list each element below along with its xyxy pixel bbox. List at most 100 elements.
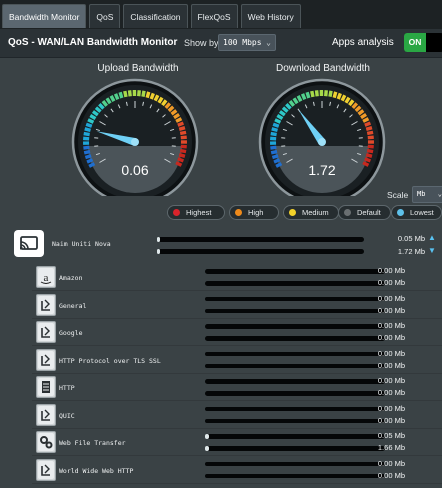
app-row[interactable]: Web File Transfer 0.05 Mb 1.66 Mb (0, 429, 442, 456)
upload-gauge-value: 0.06 (121, 162, 149, 178)
apps-analysis-label: Apps analysis (332, 37, 394, 48)
upload-gauge-arc-segment (149, 92, 155, 100)
tab-web-history[interactable]: Web History (240, 4, 301, 28)
device-download-bar (157, 249, 364, 254)
app-row[interactable]: HTTP 0.00 Mb 0.00 Mb (0, 374, 442, 401)
upload-gauge-arc-segment (86, 158, 94, 164)
download-gauge-arc-segment (300, 93, 307, 101)
app-row[interactable]: General 0.00 Mb 0.00 Mb (0, 292, 442, 319)
upload-gauge-arc-segment (98, 103, 105, 110)
apps-analysis-toggle[interactable]: ON (404, 33, 442, 52)
download-gauge-arc-segment (288, 99, 296, 107)
download-gauge-arc-segment (278, 110, 286, 117)
upload-gauge-arc-segment (178, 126, 186, 131)
scale-label: Scale (387, 190, 409, 200)
chevron-down-icon: ⌄ (266, 38, 271, 47)
legend-dot-high (235, 209, 242, 216)
upload-gauge-arc-segment (91, 110, 99, 117)
tab-qos[interactable]: QoS (89, 4, 121, 28)
upload-gauge-arc-segment (109, 95, 116, 102)
upload-gauge-arc-segment (173, 113, 180, 120)
app-upload-fill (205, 434, 209, 439)
upload-gauge-title: Upload Bandwidth (97, 63, 179, 74)
app-download-value: 1.66 Mb (377, 443, 405, 452)
download-gauge-arc-segment (275, 162, 283, 168)
download-gauge-arc-segment (336, 92, 342, 100)
legend-label: Highest (186, 208, 212, 217)
download-gauge-title: Download Bandwidth (276, 63, 370, 74)
app-generic-icon (36, 458, 56, 481)
app-row[interactable]: QUIC 0.00 Mb 0.00 Mb (0, 402, 442, 429)
upload-gauge-arc-segment (89, 114, 97, 121)
upload-gauge-arc-segment (177, 121, 185, 127)
app-row[interactable]: HTTP Protocol over TLS SSL 0.00 Mb 0.00 … (0, 347, 442, 374)
app-name: General (59, 301, 87, 310)
app-row[interactable]: a Amazon 0.00 Mb 0.00 Mb (0, 264, 442, 291)
download-gauge-arc-segment (364, 157, 372, 163)
download-gauge-arc-segment (360, 113, 367, 120)
download-gauge-arc-segment (296, 95, 303, 102)
device-upload-value: 0.05 Mb (397, 234, 425, 243)
legend-dot-default (344, 209, 351, 216)
legend-label: High (248, 208, 264, 217)
app-row[interactable]: Google 0.00 Mb 0.00 Mb (0, 319, 442, 346)
amazon-icon: a (36, 266, 56, 288)
app-generic-icon (36, 348, 56, 371)
upload-gauge-arc-segment (175, 161, 183, 167)
chevron-down-icon: ⌄ (437, 190, 442, 198)
upload-gauge-arc-segment (179, 148, 187, 154)
upload-gauge (71, 78, 199, 196)
show-by-select[interactable]: 100 Mbps ⌄ (218, 34, 276, 51)
scale-select[interactable]: Mb ⌄ (412, 186, 442, 203)
device-download-fill (157, 249, 160, 254)
upload-gauge-arc-segment (161, 99, 168, 107)
legend-dot-medium (289, 209, 296, 216)
page-header: QoS - WAN/LAN Bandwidth Monitor Show by … (0, 29, 442, 58)
document-icon (36, 376, 56, 398)
app-upload-value: 0.00 Mb (377, 321, 405, 330)
tab-classification[interactable]: Classification (123, 4, 188, 28)
download-gauge (258, 78, 386, 196)
download-arrow-icon: ▼ (428, 246, 436, 255)
tab-flexqos[interactable]: FlexQoS (190, 4, 238, 28)
legend-label: Lowest (410, 208, 434, 217)
upload-gauge-arc-segment (177, 157, 185, 163)
download-gauge-arc-segment (270, 131, 277, 137)
app-name: QUIC (59, 411, 75, 420)
download-gauge-arc-segment (272, 122, 280, 128)
app-download-value: 0.00 Mb (377, 305, 405, 315)
upload-gauge-arc-segment (84, 127, 91, 133)
upload-gauge-arc-segment (84, 154, 92, 160)
svg-text:a: a (44, 272, 49, 284)
app-name: Web File Transfer (59, 439, 126, 447)
download-gauge-arc-segment (348, 99, 355, 107)
download-gauge-arc-segment (365, 126, 373, 131)
download-gauge-arc-segment (328, 90, 333, 98)
legend-label: Default (357, 208, 381, 217)
app-row[interactable]: World Wide Web HTTP 0.00 Mb 0.00 Mb (0, 457, 442, 484)
download-gauge-arc-segment (305, 91, 311, 99)
device-name: Naim Uniti Nova (52, 240, 111, 248)
upload-gauge-arc-segment (94, 106, 102, 113)
tab-bandwidth-monitor[interactable]: Bandwidth Monitor (2, 4, 87, 28)
download-gauge-arc-segment (273, 158, 281, 164)
app-download-value: 0.00 Mb (377, 388, 405, 397)
legend-medium: Medium (283, 205, 339, 220)
app-upload-value: 0.00 Mb (377, 403, 405, 413)
download-gauge-arc-segment (340, 94, 347, 102)
device-row[interactable]: Naim Uniti Nova 0.05 Mb 1.72 Mb ▲ ▼ (0, 226, 442, 260)
upload-gauge-hub (131, 138, 139, 146)
download-gauge-arc-segment (332, 91, 338, 99)
device-upload-fill (157, 237, 160, 242)
row-divider (32, 482, 442, 484)
download-gauge-arc-segment (271, 127, 278, 133)
upload-gauge-arc-segment (141, 90, 146, 98)
download-gauge-arc-segment (292, 97, 299, 105)
upload-gauge-arc-segment (178, 153, 186, 158)
upload-gauge-arc-segment (145, 91, 151, 99)
upload-gauge-arc-segment (87, 118, 95, 124)
app-generic-icon (36, 403, 56, 426)
download-gauge-arc-segment (362, 161, 370, 167)
app-upload-value: 0.00 Mb (377, 293, 405, 303)
download-gauge-hub (318, 138, 326, 146)
